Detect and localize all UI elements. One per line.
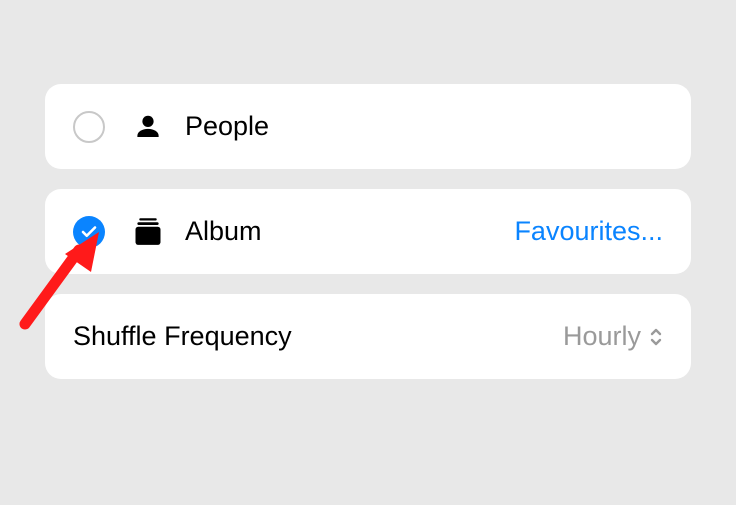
chevron-up-down-icon[interactable] [649, 327, 663, 347]
option-album-row[interactable]: Album Favourites... [45, 189, 691, 274]
album-stack-icon [133, 217, 163, 247]
radio-unchecked-icon[interactable] [73, 111, 105, 143]
option-people-label: People [185, 111, 663, 142]
radio-checked-icon[interactable] [73, 216, 105, 248]
option-people-row[interactable]: People [45, 84, 691, 169]
option-album-label: Album [185, 216, 514, 247]
album-detail-link[interactable]: Favourites... [514, 216, 663, 247]
shuffle-frequency-value: Hourly [563, 321, 641, 352]
shuffle-frequency-row[interactable]: Shuffle Frequency Hourly [45, 294, 691, 379]
person-icon [133, 112, 163, 142]
shuffle-frequency-label: Shuffle Frequency [73, 321, 292, 352]
